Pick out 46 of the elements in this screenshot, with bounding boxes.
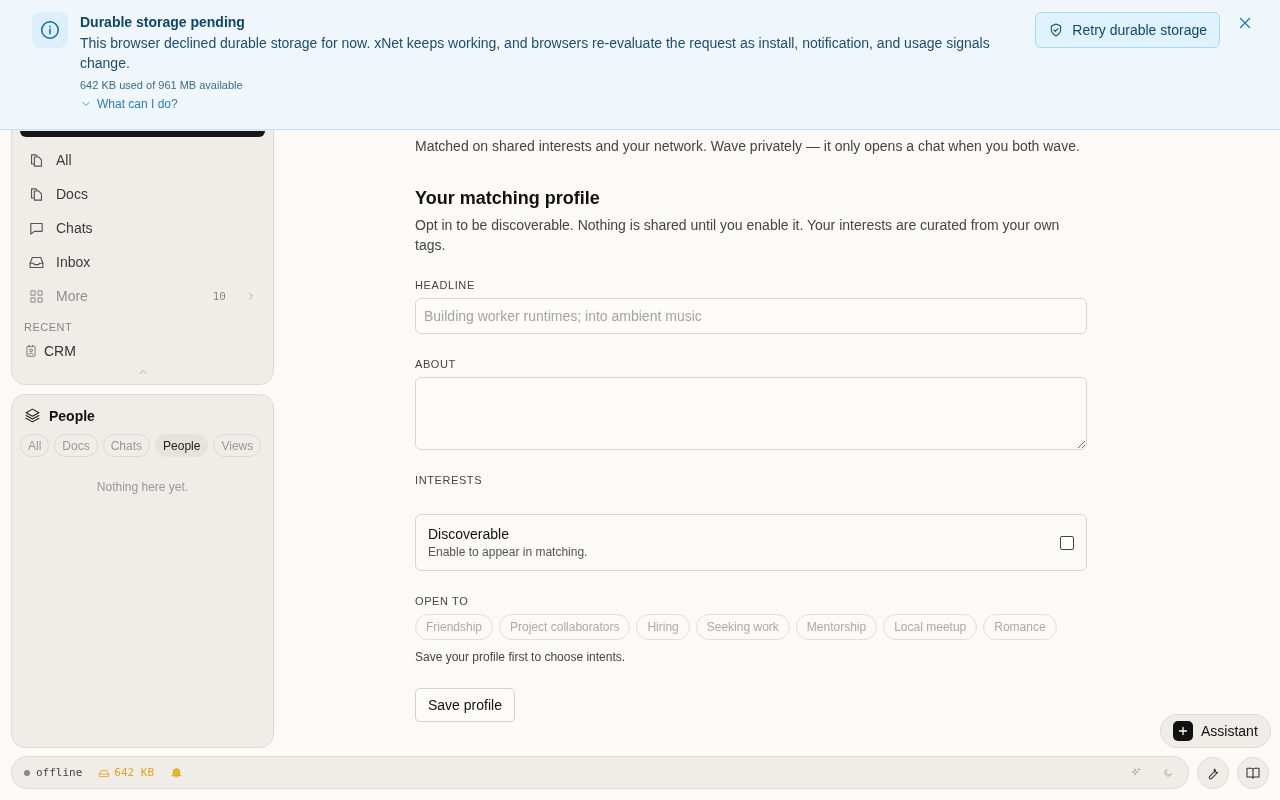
storage-indicator: 642 KB — [98, 766, 155, 779]
info-icon — [39, 19, 61, 41]
nav-item[interactable]: All — [20, 143, 265, 177]
banner-title: Durable storage pending — [80, 14, 246, 30]
nav-item[interactable]: Docs — [20, 177, 265, 211]
more-count: 10 — [212, 289, 226, 303]
filter-chip[interactable]: People — [155, 434, 209, 457]
banner-message: This browser declined durable storage for now. xNet keeps working, and browsers re-evaluate the request as install, notification, and usage signals change. — [80, 34, 991, 73]
nav-item[interactable]: Chats — [20, 211, 265, 245]
pages-icon — [28, 185, 45, 203]
panel-title: People — [49, 407, 95, 424]
save-button[interactable]: Save profile — [415, 688, 515, 722]
intents-hint: Save your profile first to choose intents. — [415, 650, 627, 664]
discoverable-hint: Enable to appear in matching. — [428, 545, 589, 559]
field-label: ABOUT — [415, 358, 457, 370]
intro-text: Matched on shared interests and your network. Wave privately — it only opens a chat when you both wave. — [415, 138, 1081, 154]
discoverable-checkbox[interactable] — [1060, 535, 1074, 550]
storage-usage: 642 KB used of 961 MB available — [80, 79, 244, 91]
recent-heading: RECENT — [24, 321, 74, 333]
grid-icon — [28, 287, 45, 305]
dark-button[interactable] — [20, 131, 265, 137]
retry-button[interactable]: Retry durable storage — [1035, 12, 1220, 48]
connection-status: offline — [24, 766, 83, 779]
plus-icon — [1176, 724, 1190, 738]
field-label: HEADLINE — [415, 279, 476, 291]
tools-button[interactable] — [1197, 756, 1229, 789]
contact-card-icon — [24, 344, 38, 358]
layers-icon — [24, 407, 41, 424]
more-item[interactable]: More 10 — [20, 279, 265, 313]
empty-message: Nothing here yet. — [95, 480, 190, 494]
section-description: Opt in to be discoverable. Nothing is shared until you enable it. Your interests are curated from your own tags. — [415, 216, 1061, 255]
discoverable-title: Discoverable — [428, 526, 510, 542]
field-label: INTERESTS — [415, 474, 484, 486]
recent-item[interactable]: CRM — [20, 339, 265, 363]
more-label: More — [56, 288, 89, 304]
bell-icon — [170, 766, 184, 779]
field-label: OPEN TO — [415, 595, 470, 607]
pages-icon — [28, 151, 45, 169]
about-field[interactable] — [415, 377, 1087, 450]
headline-field[interactable]: Building worker runtimes; into ambient music — [415, 298, 1087, 334]
docs-button[interactable] — [1237, 756, 1269, 789]
assistant-button[interactable]: Assistant — [1160, 714, 1271, 748]
help-link[interactable]: What can I do? — [80, 97, 178, 111]
section-title: Your matching profile — [415, 188, 601, 209]
moon-icon — [1162, 766, 1174, 779]
nav-item[interactable]: Inbox — [20, 245, 265, 279]
